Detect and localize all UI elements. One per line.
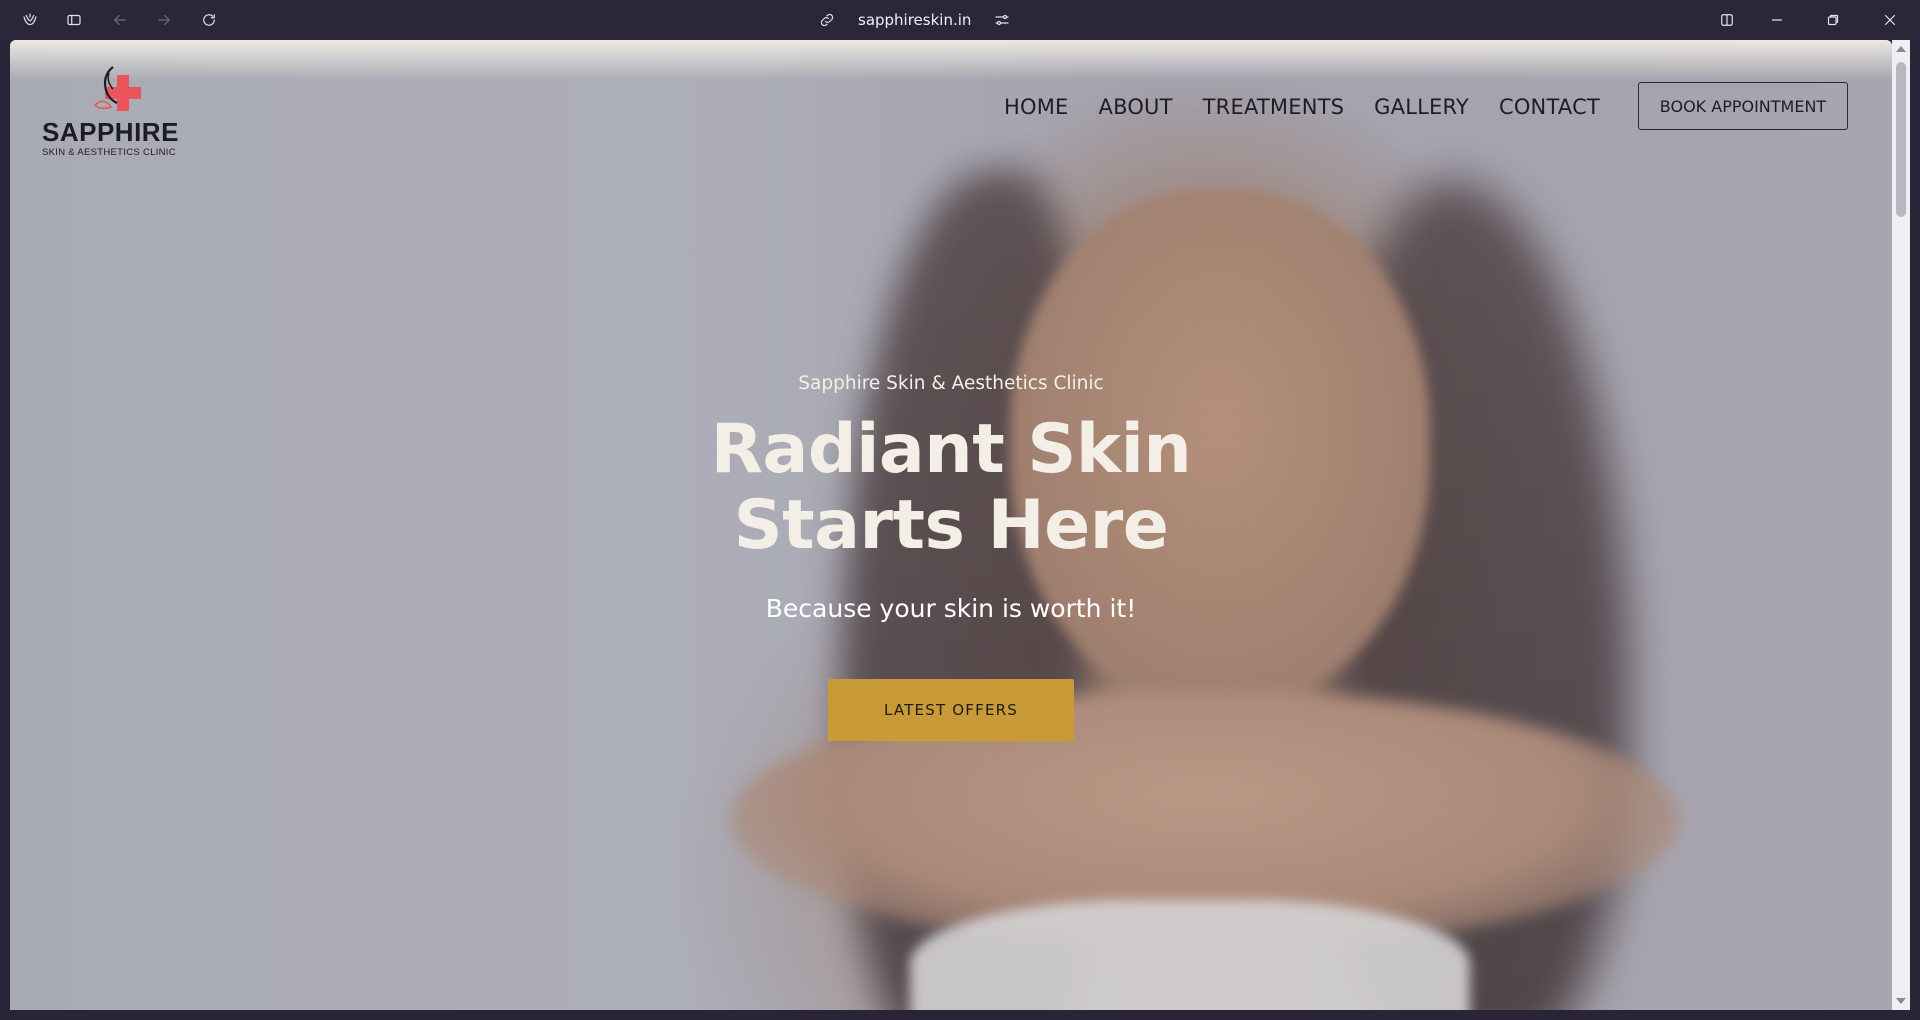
site-settings-icon[interactable] (993, 11, 1011, 29)
hero-title-line1: Radiant Skin (710, 410, 1192, 489)
scroll-thumb[interactable] (1896, 62, 1906, 217)
reload-icon[interactable] (197, 8, 221, 32)
nav-about[interactable]: ABOUT (1099, 95, 1173, 119)
page-viewport: SAPPHIRE SKIN & AESTHETICS CLINIC HOME A… (10, 40, 1892, 1010)
nav-gallery[interactable]: GALLERY (1374, 95, 1469, 119)
book-appointment-button[interactable]: BOOK APPOINTMENT (1638, 82, 1848, 130)
app-logo-icon[interactable] (18, 8, 42, 32)
nav-treatments[interactable]: TREATMENTS (1203, 95, 1345, 119)
nav-contact[interactable]: CONTACT (1499, 95, 1600, 119)
hero-title: Radiant Skin Starts Here (10, 412, 1892, 564)
scroll-down-arrow-icon[interactable] (1896, 998, 1906, 1004)
forward-arrow-icon[interactable] (152, 8, 176, 32)
hero-title-line2: Starts Here (733, 486, 1169, 565)
address-bar[interactable]: sapphireskin.in (818, 8, 1011, 32)
close-icon[interactable] (1878, 8, 1902, 32)
restore-icon[interactable] (1821, 8, 1845, 32)
logo-name: SAPPHIRE (42, 117, 179, 147)
hero-kicker: Sapphire Skin & Aesthetics Clinic (798, 373, 1104, 394)
page-scrollbar[interactable] (1892, 40, 1910, 1010)
split-view-icon[interactable] (1715, 8, 1739, 32)
url-text[interactable]: sapphireskin.in (858, 11, 971, 29)
main-nav: HOME ABOUT TREATMENTS GALLERY CONTACT (1004, 92, 1600, 122)
sidebar-toggle-icon[interactable] (62, 8, 86, 32)
link-icon (820, 13, 834, 27)
logo-face-cross-icon (93, 66, 141, 111)
back-arrow-icon[interactable] (108, 8, 132, 32)
nav-home[interactable]: HOME (1004, 95, 1069, 119)
latest-offers-button[interactable]: LATEST OFFERS (828, 679, 1074, 741)
scroll-up-arrow-icon[interactable] (1896, 46, 1906, 52)
minimize-icon[interactable] (1765, 8, 1789, 32)
logo-subtitle: SKIN & AESTHETICS CLINIC (42, 147, 176, 158)
browser-toolbar: sapphireskin.in (0, 0, 1920, 40)
hero-subtitle: Because your skin is worth it! (765, 594, 1137, 623)
